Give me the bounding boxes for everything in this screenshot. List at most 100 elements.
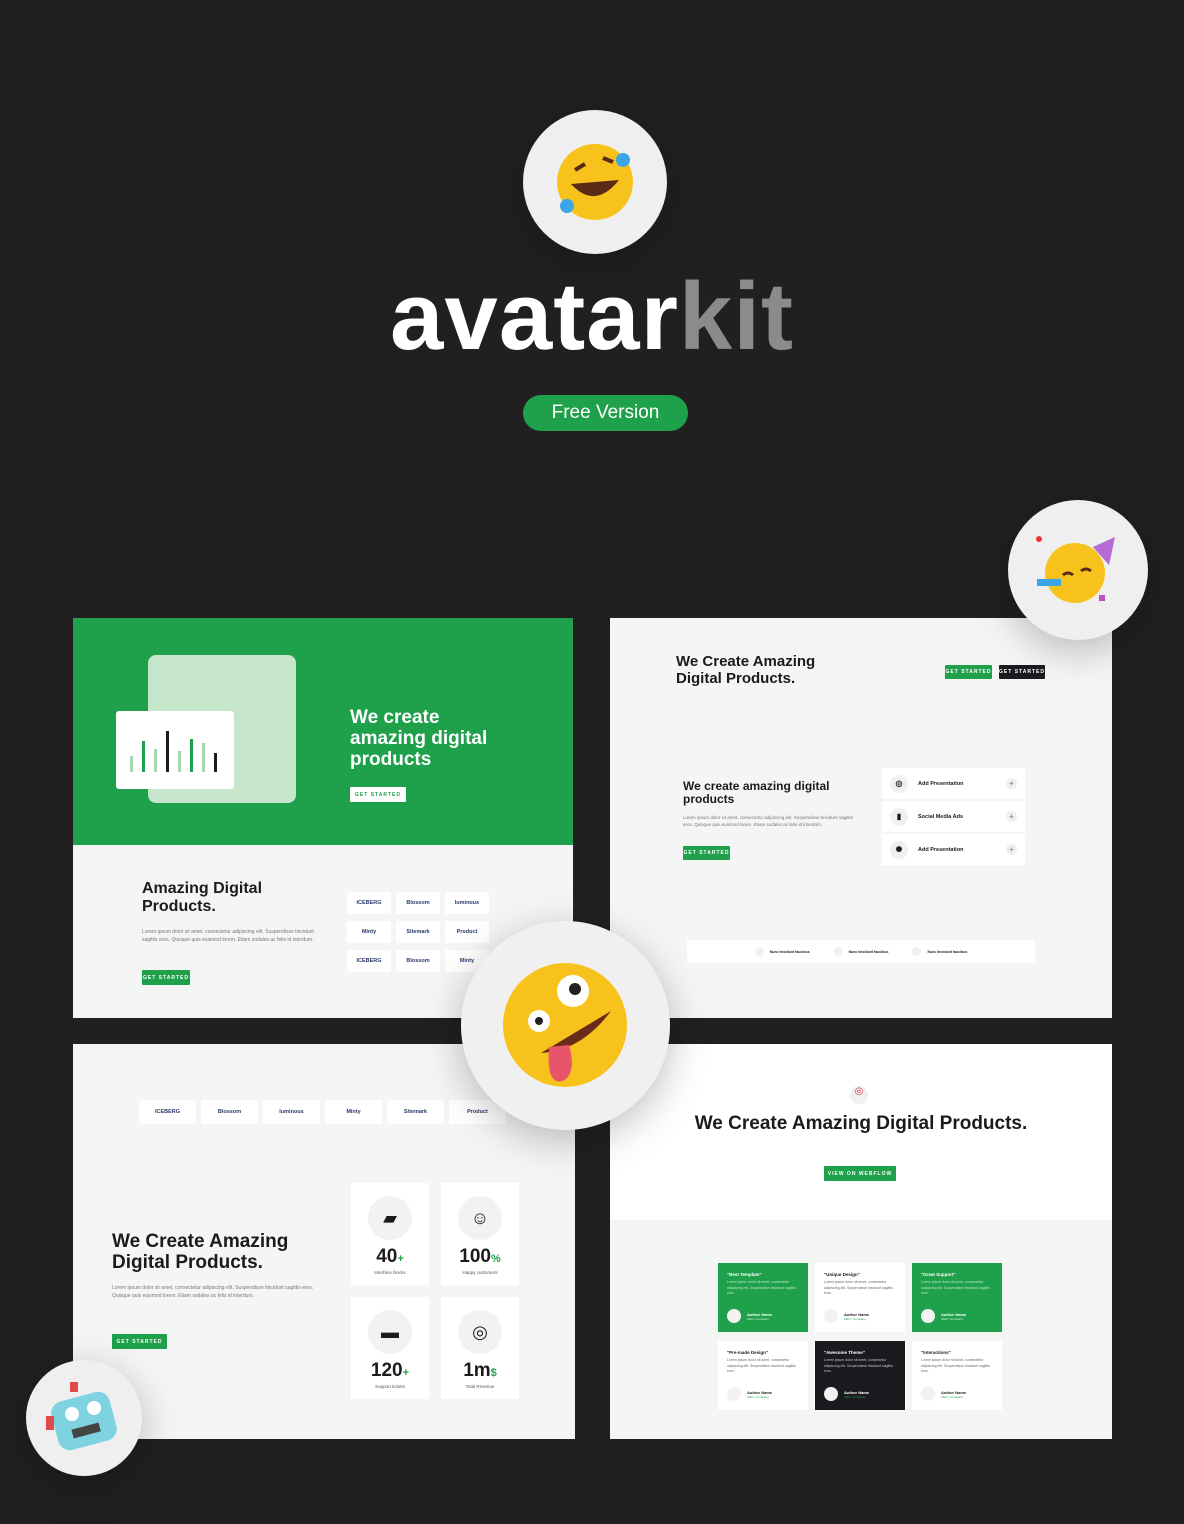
testimonial-text: Lorem ipsum dolor sit amet, consectetur … (921, 1280, 990, 1296)
zany-face-icon (502, 962, 627, 1087)
plus-icon[interactable]: + (1006, 811, 1017, 822)
services-get-started-button[interactable]: GET STARTED (683, 846, 730, 860)
zany-emoji-circle (461, 921, 670, 1130)
chart-illustration (116, 711, 234, 789)
robot-icon (46, 1382, 117, 1451)
brand-name-kit: kit (678, 263, 794, 370)
hero-emoji-circle (523, 110, 667, 254)
section-title: Amazing Digital Products. (142, 880, 263, 915)
get-started-button[interactable]: GET STARTED (142, 970, 190, 985)
client-logo: Minty (347, 921, 391, 943)
target-icon: ◎ (850, 1086, 868, 1104)
author-name: Author Name (844, 1311, 870, 1317)
client-logo: Minty (325, 1100, 382, 1124)
hero-get-started-button[interactable]: GET STARTED (350, 787, 406, 802)
stats-get-started-button[interactable]: GET STARTED (112, 1334, 167, 1349)
author-role: CEO / Company (941, 1316, 963, 1321)
view-on-webflow-button[interactable]: VIEW ON WEBFLOW (824, 1166, 896, 1181)
services-title: We create amazing digital products (683, 779, 830, 807)
service-label: Add Presentation (918, 846, 964, 853)
testimonial-card: "Best Template" Lorem ipsum dolor sit ame… (718, 1263, 808, 1332)
stats-title: We Create Amazing Digital Products. (112, 1231, 289, 1273)
feature-label: Nunc tincidunt faucibus (769, 949, 810, 954)
avatar (921, 1309, 935, 1323)
stat-value: 120+ (370, 1360, 410, 1381)
service-label: Add Presentation (918, 780, 964, 787)
plus-icon[interactable]: + (1006, 778, 1017, 789)
avatar (727, 1387, 741, 1401)
stat-label: Total Revenue (465, 1384, 495, 1389)
author-name: Author Name (941, 1311, 967, 1317)
author-name: Author Name (747, 1311, 773, 1317)
features-bar: Nunc tincidunt faucibus Nunc tincidunt fa… (687, 940, 1035, 963)
stats-body: Lorem ipsum dolor sit amet, consectetur … (112, 1285, 314, 1299)
feature-item: Nunc tincidunt faucibus (833, 947, 889, 956)
author-role: CEO / Company (747, 1394, 769, 1399)
stat-icon: ▰ (368, 1196, 412, 1240)
testimonial-card: "Pre-made Design" Lorem ipsum dolor sit a… (718, 1341, 808, 1410)
service-label: Social Media Ads (918, 813, 964, 820)
client-logo: ICEBERG (347, 892, 391, 914)
stat-label: Interface blocks (374, 1270, 406, 1275)
client-logo: Blossom (396, 892, 440, 914)
stat-label: Support tickets (375, 1384, 405, 1389)
stat-icon: ☺ (458, 1196, 502, 1240)
testimonial-quote: "Unique Design" (824, 1272, 860, 1277)
testimonial-quote: "Awesome Theme" (824, 1350, 865, 1355)
client-logo: ICEBERG (139, 1100, 196, 1124)
client-logo: luminous (263, 1100, 320, 1124)
author-name: Author Name (747, 1389, 773, 1395)
avatar (921, 1387, 935, 1401)
plus-icon[interactable]: + (1006, 844, 1017, 855)
testimonial-card: "Great Support" Lorem ipsum dolor sit ame… (912, 1263, 1002, 1332)
free-version-badge[interactable]: Free Version (523, 395, 688, 431)
get-started-button-green[interactable]: GET STARTED (945, 665, 992, 679)
client-logo: Sitemark (387, 1100, 444, 1124)
stat-icon: ◎ (458, 1310, 502, 1354)
feature-label: Nunc tincidunt faucibus (848, 949, 889, 954)
service-item[interactable]: ▮ Social Media Ads + (882, 801, 1025, 832)
services-body: Lorem ipsum dolor sit amet, consectetur … (683, 815, 853, 828)
preview-card-testimonials: ◎ We Create Amazing Digital Products. VI… (610, 1044, 1112, 1439)
feature-icon (833, 947, 843, 956)
testimonial-quote: "Interactions" (921, 1350, 951, 1355)
testimonial-quote: "Great Support" (921, 1272, 956, 1277)
get-started-button-dark[interactable]: GET STARTED (999, 665, 1045, 679)
stat-card: ◎ 1m$ Total Revenue (441, 1297, 519, 1399)
author-role: CEO / Company (844, 1394, 866, 1399)
client-logo: luminous (445, 892, 489, 914)
feature-icon (754, 947, 764, 956)
author-role: CEO / Company (747, 1316, 769, 1321)
avatar (727, 1309, 741, 1323)
header-title: We Create Amazing Digital Products. (676, 653, 816, 687)
testimonial-card: "Interactions" Lorem ipsum dolor sit amet… (912, 1341, 1002, 1410)
service-icon: ✺ (890, 840, 908, 859)
service-icon: ▮ (890, 807, 908, 826)
feature-item: Nunc tincidunt faucibus (912, 947, 967, 956)
service-item[interactable]: ◎ Add Presentation + (882, 768, 1025, 799)
feature-item: Nunc tincidunt faucibus (754, 947, 810, 956)
testimonials-title: We Create Amazing Digital Products. (694, 1113, 1028, 1134)
laughing-emoji-icon (557, 144, 633, 220)
testimonial-card: "Awesome Theme" Lorem ipsum dolor sit ame… (815, 1341, 905, 1410)
author-name: Author Name (844, 1389, 870, 1395)
testimonials-header: ◎ We Create Amazing Digital Products. VI… (610, 1044, 1112, 1220)
client-logo: Sitemark (396, 921, 440, 943)
client-logo: ICEBERG (347, 950, 391, 972)
robot-emoji-circle (26, 1360, 142, 1476)
stat-card: ☺ 100% Happy customers (441, 1183, 519, 1285)
avatar (824, 1309, 838, 1323)
feature-label: Nunc tincidunt faucibus (927, 949, 968, 954)
service-item[interactable]: ✺ Add Presentation + (882, 834, 1025, 865)
stat-card: ▬ 120+ Support tickets (351, 1297, 429, 1399)
testimonial-quote: "Best Template" (727, 1272, 762, 1277)
stat-value: 1m$ (463, 1360, 497, 1381)
party-emoji-circle (1008, 500, 1148, 640)
stat-icon: ▬ (368, 1310, 412, 1354)
section-body: Lorem ipsum dolor sit amet, consectetur … (142, 929, 314, 943)
avatar (824, 1387, 838, 1401)
testimonial-text: Lorem ipsum dolor sit amet, consectetur … (921, 1358, 990, 1374)
testimonial-text: Lorem ipsum dolor sit amet, consectetur … (727, 1280, 796, 1296)
brand-name-avatar: avatar (390, 263, 679, 370)
stat-card: ▰ 40+ Interface blocks (351, 1183, 429, 1285)
